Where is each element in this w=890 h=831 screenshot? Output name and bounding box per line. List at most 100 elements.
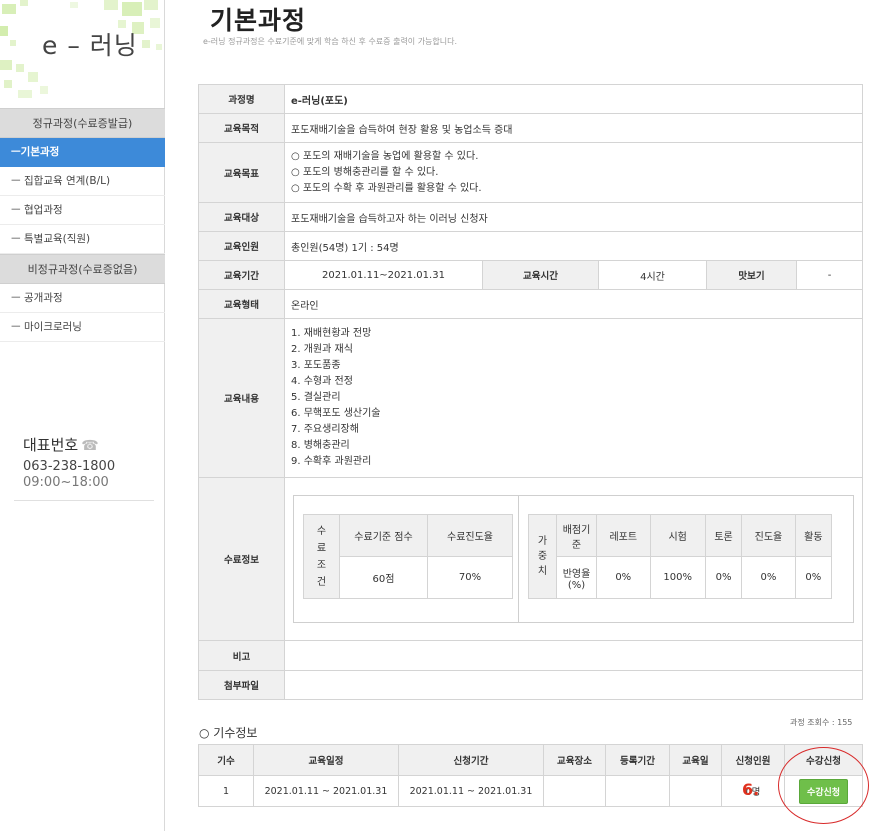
course-name: e-러닝(포도) <box>283 84 864 114</box>
weight-col-report: 레포트 <box>596 514 651 557</box>
weight-val-progress: 0% <box>741 556 796 599</box>
session-section-title: ○ 기수정보 <box>199 726 258 740</box>
contact-label-text: 대표번호 <box>23 436 79 454</box>
purpose-value: 포도재배기술을 습득하여 현장 활용 및 농업소득 증대 <box>283 113 864 143</box>
format-label: 교육형태 <box>198 289 285 319</box>
goal-item: ○ 포도의 재배기술을 농업에 활용할 수 있다. <box>291 150 479 162</box>
weight-val-report: 0% <box>596 556 651 599</box>
content-list: 1. 재배현황과 전망 2. 개원과 재식 3. 포도품종 4. 수형과 전정 … <box>283 318 864 478</box>
content-label: 교육내용 <box>198 318 285 478</box>
sidebar: e – 러닝 정규과정(수료증발급) ㅡ기본과정 ㅡ 집합교육 연계(B/L) … <box>0 0 165 831</box>
content-item: 7. 주요생리장해 <box>291 424 359 435</box>
content-item: 8. 병해충관리 <box>291 440 350 451</box>
content-item: 1. 재배현황과 전망 <box>291 328 372 339</box>
hours-value: 4시간 <box>598 260 707 290</box>
content-item: 2. 개원과 재식 <box>291 344 353 355</box>
divider <box>14 500 154 501</box>
session-schedule: 2021.01.11 ~ 2021.01.31 <box>253 775 399 807</box>
contact-label: 대표번호 ☎ <box>23 434 99 455</box>
target-value: 포도재배기술을 습득하고자 하는 이러닝 신청자 <box>283 202 864 232</box>
sidebar-item-open[interactable]: ㅡ 공개과정 <box>0 284 165 313</box>
purpose-label: 교육목적 <box>198 113 285 143</box>
apply-button[interactable]: 수강신청 <box>798 778 849 804</box>
col-applicants: 신청인원 <box>721 744 785 776</box>
table-row: 1 2021.01.11 ~ 2021.01.31 2021.01.11 ~ 2… <box>198 775 863 807</box>
goal-item: ○ 포도의 수확 후 과원관리를 활용할 수 있다. <box>291 182 482 194</box>
weight-table: 가 중 치 배점기준 레포트 시험 토론 진도율 활동 반영율(%) 0% 10… <box>528 514 833 599</box>
preview-label: 맛보기 <box>706 260 797 290</box>
format-value: 온라인 <box>283 289 864 319</box>
sidebar-item-basic[interactable]: ㅡ기본과정 <box>0 138 165 167</box>
logo-text: e – 러닝 <box>42 31 138 60</box>
course-name-label: 과정명 <box>198 84 285 114</box>
sidebar-item-blended[interactable]: ㅡ 집합교육 연계(B/L) <box>0 167 165 196</box>
content-item: 4. 수형과 전정 <box>291 376 353 387</box>
sidebar-item-microlearning[interactable]: ㅡ 마이크로러닝 <box>0 313 165 342</box>
col-apply-period: 신청기간 <box>398 744 544 776</box>
sidebar-item-cooperation[interactable]: ㅡ 협업과정 <box>0 196 165 225</box>
session-no: 1 <box>198 775 254 807</box>
weight-val-discussion: 0% <box>704 556 743 599</box>
weight-col-activity: 활동 <box>794 514 833 557</box>
col-reg-period: 등록기간 <box>605 744 670 776</box>
sidebar-section-irregular[interactable]: 비정규과정(수료증없음) <box>0 254 165 284</box>
page-title: 기본과정 <box>210 6 307 35</box>
col-schedule: 교육일정 <box>253 744 399 776</box>
weight-col-progress: 진도율 <box>741 514 796 557</box>
weight-col-exam: 시험 <box>649 514 706 557</box>
progress-value: 70% <box>427 556 513 599</box>
apply-cell: 수강신청 <box>784 775 863 807</box>
attachment-label: 첨부파일 <box>198 670 285 700</box>
progress-label: 수료진도율 <box>427 514 513 557</box>
col-session-no: 기수 <box>198 744 254 776</box>
col-apply: 수강신청 <box>784 744 863 776</box>
session-place <box>543 775 606 807</box>
weight-col-discussion: 토론 <box>704 514 743 557</box>
page-subtitle: e-러닝 정규과정은 수료기준에 맞게 학습 하신 후 수료증 출력이 가능합니… <box>203 37 458 46</box>
weight-label: 가 중 치 <box>528 514 557 599</box>
reflect-label: 반영율(%) <box>556 556 597 599</box>
goal-list: ○ 포도의 재배기술을 농업에 활용할 수 있다. ○ 포도의 병해충관리를 할… <box>283 142 864 203</box>
session-reg-period <box>605 775 670 807</box>
completion-conditions: 수 료 조 건 수료기준 점수 수료진도율 60점 70% <box>294 496 519 622</box>
contact-hours: 09:00~18:00 <box>23 475 109 490</box>
completion-info: 수 료 조 건 수료기준 점수 수료진도율 60점 70% 가 중 치 배점기준… <box>283 477 864 641</box>
contact-phone: 063-238-1800 <box>23 459 116 474</box>
content-item: 9. 수확후 과원관리 <box>291 456 372 467</box>
session-apply-period: 2021.01.11 ~ 2021.01.31 <box>398 775 544 807</box>
score-label: 수료기준 점수 <box>339 514 428 557</box>
sidebar-item-special[interactable]: ㅡ 특별교육(직원) <box>0 225 165 254</box>
course-info-table: 과정명 e-러닝(포도) 교육목적 포도재배기술을 습득하여 현장 활용 및 농… <box>198 84 864 700</box>
col-edu-day: 교육일 <box>669 744 722 776</box>
score-value: 60점 <box>339 556 428 599</box>
weight-info: 가 중 치 배점기준 레포트 시험 토론 진도율 활동 반영율(%) 0% 10… <box>519 496 853 622</box>
view-count: 과정 조회수 : 155 <box>790 718 853 727</box>
goal-item: ○ 포도의 병해충관리를 할 수 있다. <box>291 166 439 178</box>
goal-label: 교육목표 <box>198 142 285 203</box>
capacity-label: 교육인원 <box>198 231 285 261</box>
period-value: 2021.01.11~2021.01.31 <box>284 260 483 290</box>
session-table: 기수 교육일정 신청기간 교육장소 등록기간 교육일 신청인원 수강신청 1 2… <box>198 744 863 807</box>
cond-label: 수 료 조 건 <box>303 514 340 599</box>
logo[interactable]: e – 러닝 <box>0 0 165 106</box>
criteria-label: 배점기준 <box>556 514 597 557</box>
phone-icon: ☎ <box>81 438 99 454</box>
target-label: 교육대상 <box>198 202 285 232</box>
note-label: 비고 <box>198 640 285 671</box>
attachment-value[interactable] <box>283 670 864 700</box>
capacity-value: 총인원(54명) 1기 : 54명 <box>283 231 864 261</box>
col-place: 교육장소 <box>543 744 606 776</box>
completion-label: 수료정보 <box>198 477 285 641</box>
weight-val-activity: 0% <box>794 556 833 599</box>
hours-label: 교육시간 <box>482 260 599 290</box>
content-item: 3. 포도품종 <box>291 360 341 371</box>
content-item: 5. 결실관리 <box>291 392 341 403</box>
weight-val-exam: 100% <box>649 556 706 599</box>
session-edu-day <box>669 775 722 807</box>
period-label: 교육기간 <box>198 260 285 290</box>
sidebar-section-regular[interactable]: 정규과정(수료증발급) <box>0 108 165 138</box>
content-item: 6. 무핵포도 생산기술 <box>291 408 381 419</box>
completion-conditions-table: 수 료 조 건 수료기준 점수 수료진도율 60점 70% <box>303 514 513 599</box>
preview-value: - <box>795 260 864 290</box>
completion-box: 수 료 조 건 수료기준 점수 수료진도율 60점 70% 가 중 치 배점기준… <box>293 495 855 623</box>
